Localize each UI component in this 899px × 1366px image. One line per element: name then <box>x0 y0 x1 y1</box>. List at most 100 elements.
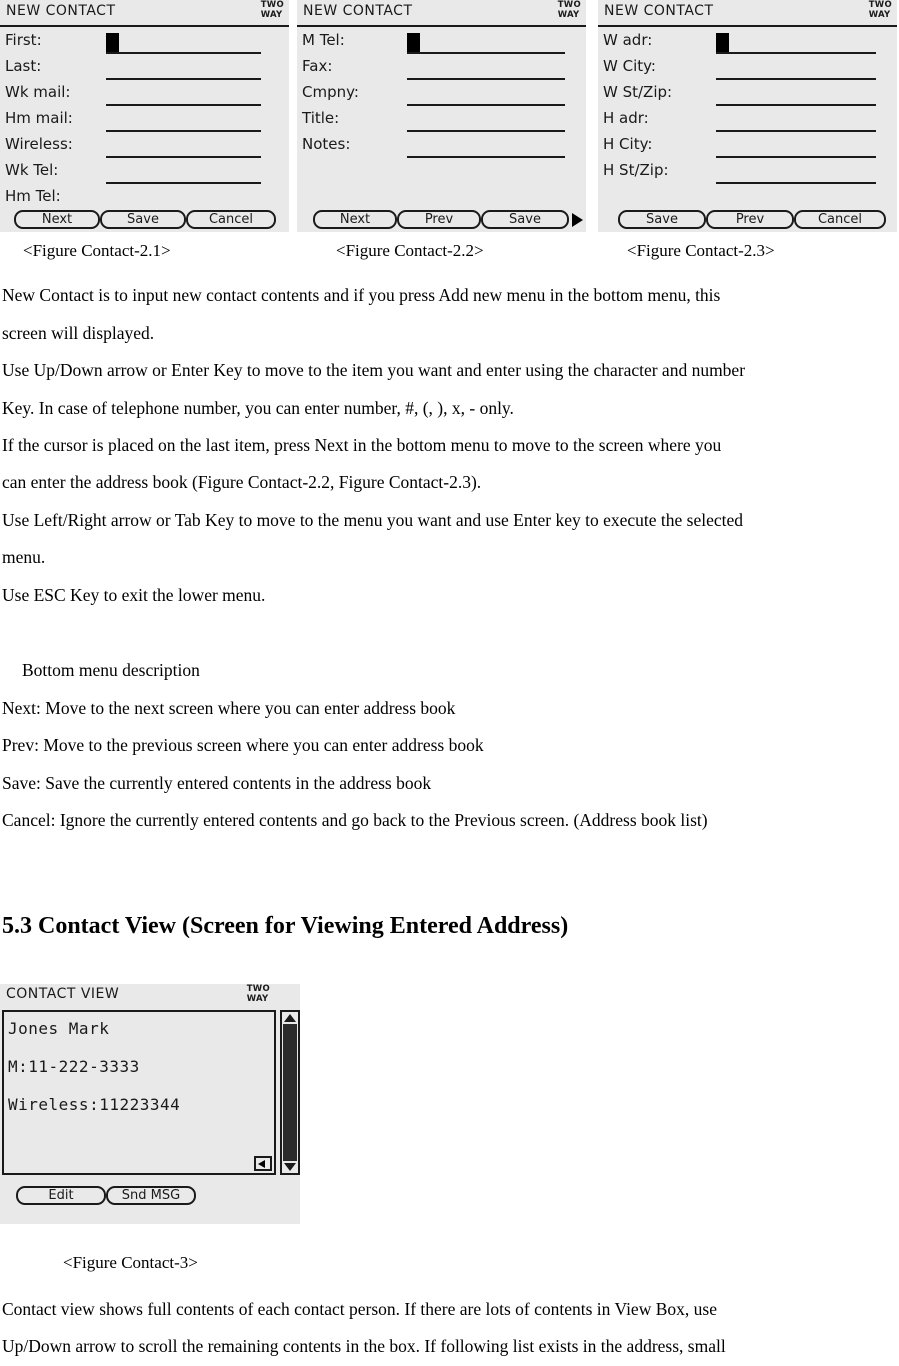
right-arrow-icon[interactable] <box>572 213 583 227</box>
contact-view-line-name: Jones Mark <box>8 1019 110 1038</box>
contact-view-scrollbar[interactable] <box>280 1010 300 1175</box>
softkey-save-3[interactable]: Save <box>618 210 706 229</box>
field-input-w-adr[interactable] <box>716 52 876 54</box>
field-label-cmpny: Cmpny: <box>302 83 359 101</box>
screen-title-3: NEW CONTACT <box>604 3 714 19</box>
field-input-wk-tel[interactable] <box>106 182 261 184</box>
paragraph-3-line-2: can enter the address book (Figure Conta… <box>2 472 482 492</box>
softkey-prev-3[interactable]: Prev <box>706 210 794 229</box>
field-row-w-adr[interactable]: W adr: <box>598 31 897 57</box>
caption-figure-3: <Figure Contact-3> <box>63 1253 198 1272</box>
contact-view-box[interactable]: Jones Mark M:11-222-3333 Wireless:112233… <box>2 1010 276 1175</box>
field-row-h-adr[interactable]: H adr: <box>598 109 897 135</box>
field-input-notes[interactable] <box>407 156 565 158</box>
paragraph-4-line-1: Use Left/Right arrow or Tab Key to move … <box>2 510 743 530</box>
scroll-up-arrow-icon[interactable] <box>284 1014 296 1022</box>
field-label-m-tel: M Tel: <box>302 31 345 49</box>
field-input-hm-mail[interactable] <box>106 130 261 132</box>
bottom-menu-description-title: Bottom menu description <box>22 660 200 680</box>
paragraph-1-line-2: screen will displayed. <box>2 323 155 343</box>
screen-title-2: NEW CONTACT <box>303 3 413 19</box>
bottom-menu-prev-desc: Prev: Move to the previous screen where … <box>2 735 484 755</box>
figure-new-contact-2: NEW CONTACT TWO WAY M Tel: Fax: Cmpny: T… <box>297 0 586 232</box>
paragraph-6-line-1: Contact view shows full contents of each… <box>2 1299 717 1319</box>
field-label-last: Last: <box>5 57 42 75</box>
field-input-cmpny[interactable] <box>407 104 565 106</box>
contact-view-line-mobile: M:11-222-3333 <box>8 1057 140 1076</box>
field-input-title[interactable] <box>407 130 565 132</box>
scroll-thumb[interactable] <box>283 1024 297 1161</box>
twoway-logo-3: TWO WAY <box>869 0 892 20</box>
field-row-h-stzip[interactable]: H St/Zip: <box>598 161 897 187</box>
field-row-fax[interactable]: Fax: <box>297 57 586 83</box>
field-row-hm-mail[interactable]: Hm mail: <box>0 109 289 135</box>
field-label-notes: Notes: <box>302 135 351 153</box>
field-input-w-stzip[interactable] <box>716 104 876 106</box>
paragraph-2-line-2: Key. In case of telephone number, you ca… <box>2 398 514 418</box>
field-label-h-adr: H adr: <box>603 109 649 127</box>
text-caret-2 <box>407 33 420 52</box>
field-input-wk-mail[interactable] <box>106 104 261 106</box>
field-row-w-stzip[interactable]: W St/Zip: <box>598 83 897 109</box>
softkey-prev-2[interactable]: Prev <box>397 210 481 229</box>
field-row-m-tel[interactable]: M Tel: <box>297 31 586 57</box>
twoway-line2: WAY <box>260 9 283 20</box>
caption-figure-2-3: <Figure Contact-2.3> <box>627 241 775 260</box>
field-label-wk-mail: Wk mail: <box>5 83 71 101</box>
field-label-title: Title: <box>302 109 340 127</box>
paragraph-5-line-1: Use ESC Key to exit the lower menu. <box>2 585 266 605</box>
paragraph-6-line-2: Up/Down arrow to scroll the remaining co… <box>2 1336 726 1356</box>
caption-figure-2-2: <Figure Contact-2.2> <box>336 241 484 260</box>
field-input-m-tel[interactable] <box>407 52 565 54</box>
softkey-edit[interactable]: Edit <box>16 1186 106 1205</box>
bottom-menu-save-desc: Save: Save the currently entered content… <box>2 773 432 793</box>
field-label-w-city: W City: <box>603 57 656 75</box>
field-row-wk-mail[interactable]: Wk mail: <box>0 83 289 109</box>
softkey-snd-msg[interactable]: Snd MSG <box>106 1186 196 1205</box>
field-label-hm-tel: Hm Tel: <box>5 187 61 205</box>
field-input-first[interactable] <box>106 52 261 54</box>
field-row-title[interactable]: Title: <box>297 109 586 135</box>
softkey-bar-2: Next Prev Save <box>297 208 586 232</box>
field-input-h-city[interactable] <box>716 156 876 158</box>
text-caret-3 <box>716 33 729 52</box>
softkey-save-2[interactable]: Save <box>481 210 569 229</box>
field-row-notes[interactable]: Notes: <box>297 135 586 161</box>
softkey-bar-4: Edit Snd MSG <box>0 1184 300 1208</box>
softkey-next-2[interactable]: Next <box>313 210 397 229</box>
softkey-next-1[interactable]: Next <box>14 210 100 229</box>
scroll-down-arrow-icon[interactable] <box>284 1163 296 1171</box>
field-input-h-stzip[interactable] <box>716 182 876 184</box>
field-input-wireless[interactable] <box>106 156 261 158</box>
paragraph-3-line-1: If the cursor is placed on the last item… <box>2 435 722 455</box>
field-input-w-city[interactable] <box>716 78 876 80</box>
caption-figure-2-1: <Figure Contact-2.1> <box>23 241 171 260</box>
field-row-h-city[interactable]: H City: <box>598 135 897 161</box>
twoway-logo-1: TWO WAY <box>260 0 284 20</box>
softkey-bar-3: Save Prev Cancel <box>598 208 897 232</box>
field-label-w-stzip: W St/Zip: <box>603 83 673 101</box>
paragraph-4-line-2: menu. <box>2 547 46 567</box>
screen-title-4: CONTACT VIEW <box>6 986 120 1002</box>
field-row-w-city[interactable]: W City: <box>598 57 897 83</box>
contact-view-line-wireless: Wireless:11223344 <box>8 1095 181 1114</box>
field-input-fax[interactable] <box>407 78 565 80</box>
field-label-first: First: <box>5 31 42 49</box>
field-input-h-adr[interactable] <box>716 130 876 132</box>
figure-contact-view: CONTACT VIEW TWO WAY Jones Mark M:11-222… <box>0 984 300 1224</box>
field-row-last[interactable]: Last: <box>0 57 289 83</box>
twoway-logo-4: TWO WAY <box>247 984 270 1004</box>
section-heading-5-3: 5.3 Contact View (Screen for Viewing Ent… <box>2 913 569 939</box>
softkey-cancel-1[interactable]: Cancel <box>186 210 276 229</box>
field-row-first[interactable]: First: <box>0 31 289 57</box>
softkey-cancel-3[interactable]: Cancel <box>794 210 886 229</box>
screen-title-1: NEW CONTACT <box>6 3 116 19</box>
paragraph-2-line-1: Use Up/Down arrow or Enter Key to move t… <box>2 360 746 380</box>
softkey-save-1[interactable]: Save <box>100 210 186 229</box>
paragraph-1-line-1: New Contact is to input new contact cont… <box>2 285 721 305</box>
field-row-cmpny[interactable]: Cmpny: <box>297 83 586 109</box>
field-input-last[interactable] <box>106 78 261 80</box>
field-row-wk-tel[interactable]: Wk Tel: <box>0 161 289 187</box>
field-row-wireless[interactable]: Wireless: <box>0 135 289 161</box>
twoway-line2: WAY <box>557 9 580 20</box>
